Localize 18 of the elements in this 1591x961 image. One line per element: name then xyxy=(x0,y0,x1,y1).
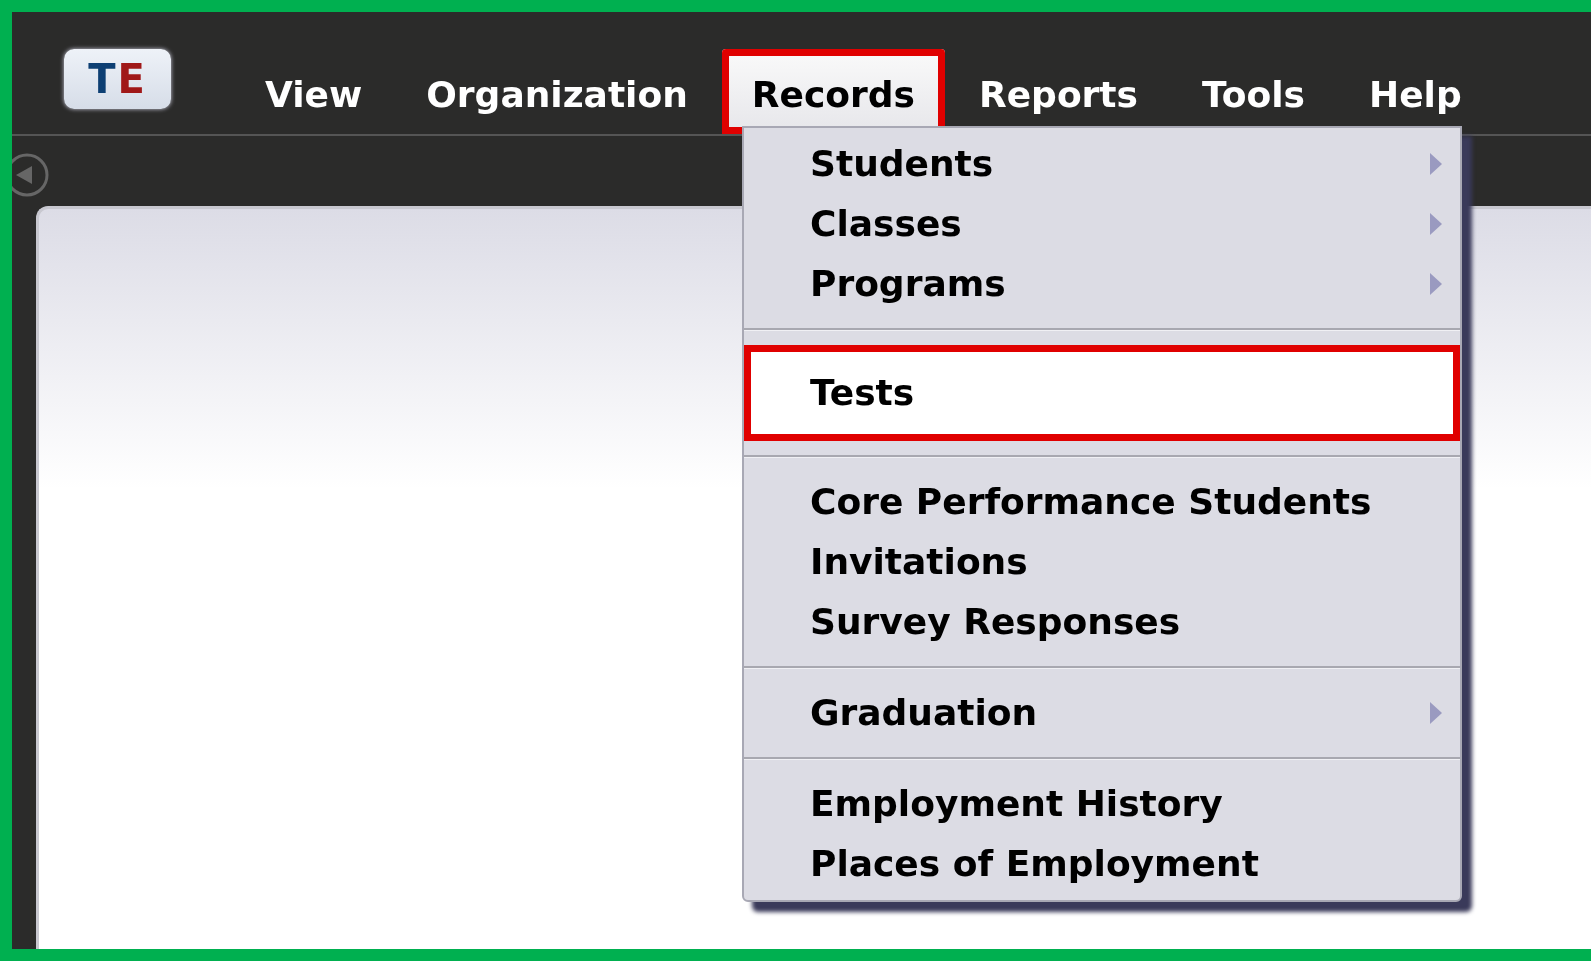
menu-bar-item[interactable]: Records xyxy=(721,48,945,134)
menu-bar-item[interactable]: Tools xyxy=(1172,48,1335,134)
menu-item[interactable]: Places of Employment xyxy=(744,834,1460,894)
menu-bar-item[interactable]: Reports xyxy=(948,48,1168,134)
menu-item[interactable]: Students xyxy=(744,134,1460,194)
menu-item[interactable]: Classes xyxy=(744,194,1460,254)
menu-bar-item[interactable]: Help xyxy=(1339,48,1492,134)
menu-item[interactable]: Invitations xyxy=(744,532,1460,592)
menu-item[interactable]: Employment History xyxy=(744,774,1460,834)
menu-item[interactable]: Core Performance Students xyxy=(744,472,1460,532)
menu-item[interactable]: Survey Responses xyxy=(744,592,1460,652)
logo[interactable]: TE xyxy=(64,49,171,109)
menu-item[interactable]: Tests xyxy=(744,345,1460,441)
back-arrow-icon[interactable] xyxy=(12,152,50,198)
menu-item[interactable]: Graduation xyxy=(744,683,1460,743)
menu-bar-item[interactable]: Organization xyxy=(396,48,718,134)
menu-bar-item[interactable]: View xyxy=(235,48,393,134)
menu-item[interactable]: Programs xyxy=(744,254,1460,314)
